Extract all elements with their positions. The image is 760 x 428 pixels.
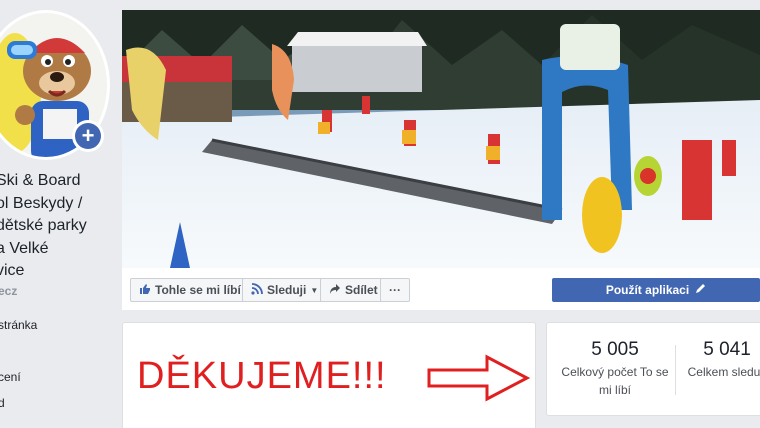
page-name-line: Ski & Board [0, 172, 81, 189]
nav-item-other[interactable]: d [0, 396, 5, 410]
rss-icon [251, 282, 263, 298]
stat-label-line: mi líbí [598, 383, 631, 397]
page-name-line: dětské parky [0, 217, 87, 234]
more-options-button[interactable]: ··· [380, 278, 410, 302]
page-stats-card: 5 005 Celkový počet To se mi líbí 5 041 … [546, 322, 760, 416]
page-name-line: a Velké [0, 239, 49, 257]
total-likes-stat[interactable]: 5 005 Celkový počet To se mi líbí [555, 339, 675, 399]
share-label: Sdílet [345, 283, 378, 297]
ski-school-photo [122, 10, 760, 268]
total-likes-count: 5 005 [591, 339, 639, 360]
like-label: Tohle se mi líbí [155, 283, 241, 297]
total-followers-count: 5 041 [703, 339, 751, 360]
total-followers-label: Celkem sledují [687, 365, 760, 379]
follow-button[interactable]: Sleduji ▼ [242, 278, 328, 302]
add-photo-button[interactable]: + [72, 120, 104, 152]
nav-item-home[interactable]: stránka [0, 318, 37, 332]
post-thanks-text: DĚKUJEME!!! [137, 355, 387, 397]
cover-photo[interactable] [122, 10, 760, 268]
thumbs-up-icon [139, 283, 151, 298]
page-handle[interactable]: ecz [0, 284, 17, 298]
follow-label: Sleduji [267, 283, 307, 297]
left-column: + Ski & Board ol Beskydy / dětské parky … [0, 0, 122, 428]
featured-post-card: DĚKUJEME!!! [122, 322, 536, 428]
total-likes-label: Celkový počet To se mi líbí [555, 363, 675, 399]
stats-divider [675, 345, 676, 395]
total-followers-stat[interactable]: 5 041 Celkem sledují [681, 339, 760, 381]
page-name[interactable]: Ski & Board ol Beskydy / dětské parky a … [0, 170, 122, 283]
nav-item-reviews[interactable]: cení [0, 370, 21, 384]
stat-label-line: Celkový počet To se [561, 365, 669, 379]
page-action-bar: Tohle se mi líbí ▼ Sleduji ▼ Sdílet ··· … [122, 268, 760, 310]
right-arrow-icon [427, 354, 531, 402]
plus-icon: + [75, 123, 101, 149]
share-button[interactable]: Sdílet [320, 278, 387, 302]
page-name-line: ol Beskydy / [0, 194, 83, 212]
pencil-icon [695, 283, 706, 297]
page-name-line: vice [0, 262, 25, 279]
caret-down-icon: ▼ [310, 285, 319, 295]
share-arrow-icon [329, 283, 341, 298]
more-dots-icon: ··· [389, 283, 401, 297]
use-app-label: Použít aplikaci [605, 283, 690, 297]
use-app-button[interactable]: Použít aplikaci [552, 278, 760, 302]
